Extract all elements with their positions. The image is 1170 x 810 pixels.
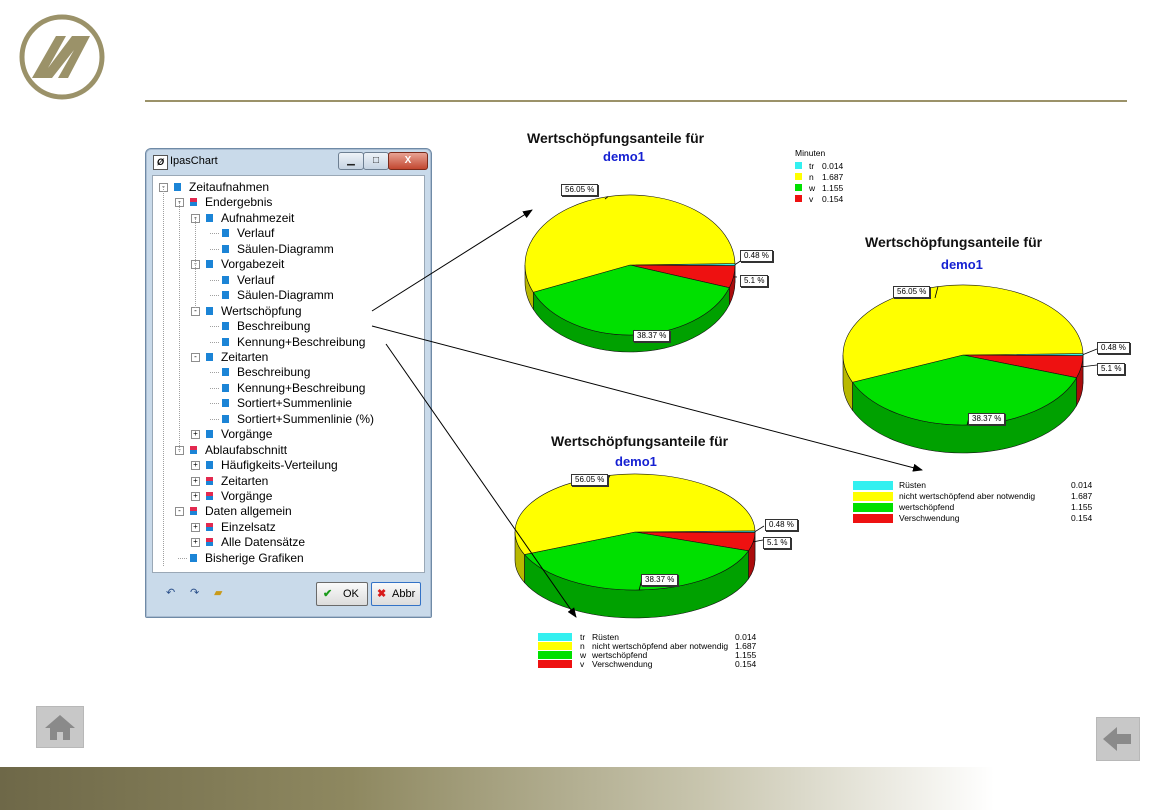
connector-arrows xyxy=(371,209,923,618)
arrow-to-right-legend xyxy=(371,325,923,472)
back-arrow-icon xyxy=(1103,727,1131,751)
back-button[interactable] xyxy=(1096,717,1140,761)
arrow-to-top-chart xyxy=(371,209,533,312)
footer-bar xyxy=(0,767,1170,810)
arrow-to-bottom-legend xyxy=(385,343,577,618)
home-icon xyxy=(45,715,75,740)
home-button[interactable] xyxy=(36,706,84,748)
